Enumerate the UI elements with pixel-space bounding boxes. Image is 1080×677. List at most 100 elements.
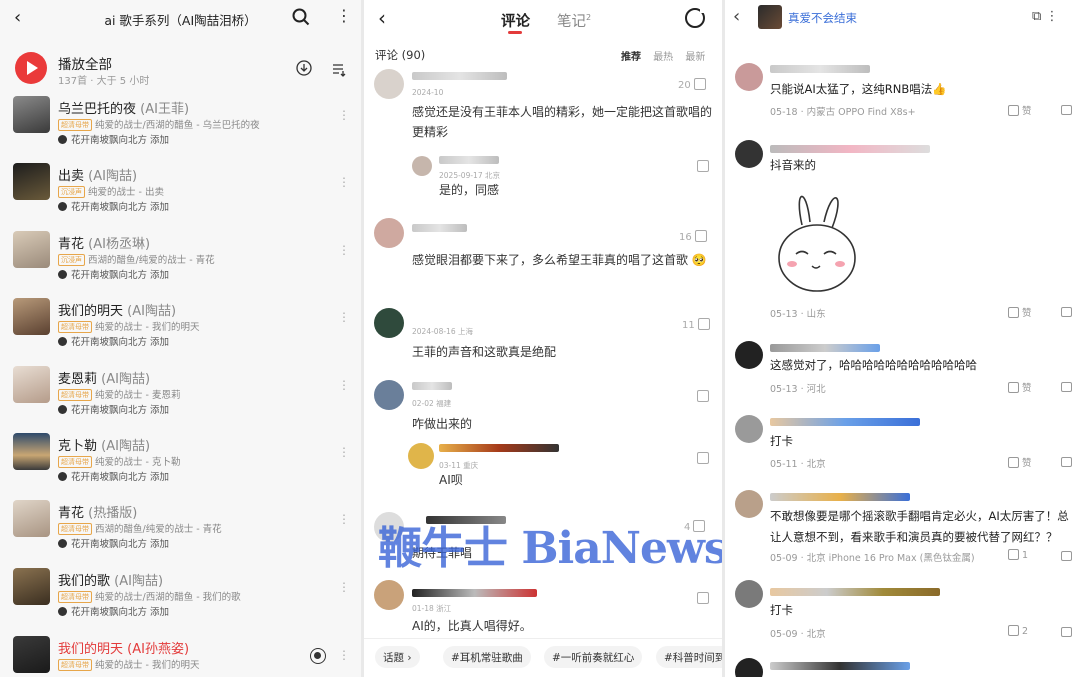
like-icon <box>697 390 709 402</box>
username-blurred[interactable] <box>412 589 537 597</box>
username-blurred[interactable] <box>412 224 467 232</box>
now-playing-icon[interactable] <box>310 648 326 664</box>
username-blurred[interactable] <box>439 444 559 452</box>
avatar[interactable] <box>735 140 763 168</box>
song-row[interactable]: 出卖 (AI陶喆) 沉浸声 纯爱的战士 - 出卖 花开南坡飘向北方 添加 ⋮ <box>0 163 361 230</box>
like-button[interactable]: 11 <box>682 318 710 331</box>
like-button[interactable] <box>694 160 709 173</box>
topic-chip[interactable]: #一听前奏就红心 <box>544 646 643 668</box>
avatar[interactable] <box>408 443 434 469</box>
play-all-label[interactable]: 播放全部 <box>58 53 112 73</box>
back-icon[interactable]: ‹ <box>733 6 740 27</box>
avatar[interactable] <box>735 63 763 91</box>
like-button[interactable] <box>694 390 709 403</box>
avatar[interactable] <box>735 658 763 677</box>
like-icon <box>1008 105 1019 116</box>
username-blurred[interactable] <box>770 344 880 352</box>
share-icon[interactable] <box>685 7 706 28</box>
more-icon[interactable]: ⋮ <box>338 445 350 459</box>
like-button[interactable]: 赞 <box>1008 380 1032 394</box>
song-title-link[interactable]: 真爱不会结束 <box>788 10 857 26</box>
more-icon[interactable]: ⋮ <box>338 580 350 594</box>
song-row[interactable]: 青花 (AI杨丞琳) 沉浸声 西湖的醋鱼/纯爱的战士 - 青花 花开南坡飘向北方 … <box>0 231 361 298</box>
song-artist: 超清母带 西湖的醋鱼/纯爱的战士 - 青花 <box>58 521 222 535</box>
more-icon[interactable]: ⋮ <box>338 108 350 122</box>
like-button[interactable] <box>694 592 709 605</box>
song-row[interactable]: 我们的明天 (AI陶喆) 超清母带 纯爱的战士 - 我们的明天 花开南坡飘向北方 … <box>0 298 361 365</box>
more-icon[interactable]: ⋮ <box>338 648 350 662</box>
playlist-icon[interactable] <box>331 61 347 77</box>
like-button[interactable]: 赞 <box>1008 455 1032 469</box>
username-blurred[interactable] <box>770 662 910 670</box>
message-icon[interactable] <box>1061 551 1072 561</box>
like-button[interactable]: 1 <box>1008 549 1028 561</box>
like-button[interactable]: 20 <box>678 78 706 91</box>
username-blurred[interactable] <box>770 418 920 426</box>
more-icon[interactable]: ⋮ <box>338 175 350 189</box>
album-cover[interactable] <box>758 5 782 29</box>
more-icon[interactable]: ⋮ <box>1045 9 1058 24</box>
sort-recommended[interactable]: 推荐 <box>621 52 641 63</box>
avatar[interactable] <box>735 341 763 369</box>
song-row[interactable]: 我们的歌 (AI陶喆) 超清母带 纯爱的战士/西湖的醋鱼 - 我们的歌 花开南坡飘… <box>0 568 361 635</box>
username-blurred[interactable] <box>770 493 910 501</box>
avatar[interactable] <box>374 580 404 610</box>
back-icon[interactable]: ‹ <box>378 6 386 30</box>
more-icon[interactable]: ⋮ <box>338 243 350 257</box>
like-icon <box>697 318 710 330</box>
external-link-icon[interactable]: ⧉ <box>1032 9 1041 24</box>
username-blurred[interactable] <box>770 145 930 153</box>
avatar[interactable] <box>374 308 404 338</box>
message-icon[interactable] <box>1061 307 1072 317</box>
comment-count: 评论 (90) <box>375 48 426 62</box>
username-blurred[interactable] <box>439 156 499 164</box>
username-blurred[interactable] <box>770 588 940 596</box>
message-icon[interactable] <box>1061 457 1072 467</box>
more-icon[interactable]: ⋮ <box>338 378 350 392</box>
more-icon[interactable]: ⋮ <box>338 310 350 324</box>
song-artist: 沉浸声 纯爱的战士 - 出卖 <box>58 184 164 198</box>
topic-chip[interactable]: #科普时间到 <box>656 646 722 668</box>
like-icon <box>697 160 709 172</box>
avatar[interactable] <box>374 69 404 99</box>
avatar[interactable] <box>735 490 763 518</box>
like-button[interactable]: 赞 <box>1008 103 1032 117</box>
song-added-by: 花开南坡飘向北方 添加 <box>58 402 169 416</box>
like-button[interactable]: 2 <box>1008 625 1028 637</box>
download-icon[interactable] <box>296 60 312 76</box>
song-title: 克卜勒 (AI陶喆) <box>58 439 151 454</box>
username-blurred[interactable] <box>412 72 507 80</box>
like-button[interactable] <box>694 452 709 465</box>
avatar[interactable] <box>735 415 763 443</box>
play-all-button[interactable] <box>15 52 47 84</box>
avatar[interactable] <box>412 156 432 176</box>
song-added-by: 花开南坡飘向北方 添加 <box>58 604 169 618</box>
song-row[interactable]: 青花 (热播版) 超清母带 西湖的醋鱼/纯爱的战士 - 青花 花开南坡飘向北方 添… <box>0 500 361 567</box>
song-row[interactable]: 乌兰巴托的夜 (AI王菲) 超清母带 纯爱的战士/西湖的醋鱼 - 乌兰巴托的夜 花… <box>0 96 361 163</box>
message-icon[interactable] <box>1061 627 1072 637</box>
topic-chip[interactable]: #耳机常驻歌曲 <box>443 646 531 668</box>
sort-hot[interactable]: 最热 <box>653 52 673 63</box>
topic-chip[interactable]: 话题 › <box>375 646 420 668</box>
message-icon[interactable] <box>1061 382 1072 392</box>
like-button[interactable]: 16 <box>679 230 707 243</box>
avatar[interactable] <box>374 380 404 410</box>
more-icon[interactable]: ⋮ <box>338 512 350 526</box>
song-row[interactable]: 麦恩莉 (AI陶喆) 超清母带 纯爱的战士 - 麦恩莉 花开南坡飘向北方 添加 ⋮ <box>0 366 361 433</box>
tab-comments[interactable]: 评论 <box>501 10 530 31</box>
comment-text: AI呗 <box>439 473 463 487</box>
album-cover <box>13 433 50 470</box>
song-row-now-playing[interactable]: 我们的明天 (AI孙燕姿) 超清母带 纯爱的战士 - 我们的明天 ⋮ <box>0 636 361 677</box>
like-button[interactable]: 赞 <box>1008 305 1032 319</box>
tab-notes[interactable]: 笔记2 <box>557 10 591 31</box>
username-blurred[interactable] <box>412 382 452 390</box>
more-icon[interactable]: ⋮ <box>336 6 352 25</box>
sort-new[interactable]: 最新 <box>685 52 705 63</box>
active-tab-indicator <box>508 31 522 34</box>
avatar[interactable] <box>374 218 404 248</box>
search-icon[interactable] <box>292 8 310 26</box>
username-blurred[interactable] <box>770 65 870 73</box>
avatar[interactable] <box>735 580 763 608</box>
song-row[interactable]: 克卜勒 (AI陶喆) 超清母带 纯爱的战士 - 克卜勒 花开南坡飘向北方 添加 ⋮ <box>0 433 361 500</box>
message-icon[interactable] <box>1061 105 1072 115</box>
